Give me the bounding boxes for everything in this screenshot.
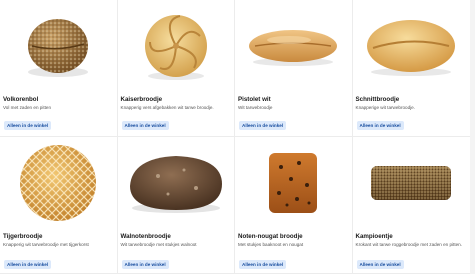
- product-title[interactable]: Walnotenbroodje: [121, 233, 232, 241]
- product-description: Met stukjes baaknoot en nougat: [238, 242, 304, 247]
- product-title[interactable]: Noten-nougat broodje: [238, 233, 349, 241]
- store-only-button[interactable]: Alleen in de winkel: [239, 121, 287, 130]
- store-only-button[interactable]: Alleen in de winkel: [4, 121, 52, 130]
- product-card[interactable]: Kampioentje Krokant wit tarwe roggebrood…: [352, 137, 470, 274]
- store-only-button[interactable]: Alleen in de winkel: [121, 121, 169, 130]
- product-title[interactable]: Kaiserbroodje: [121, 96, 232, 104]
- product-card[interactable]: Volkorenbol Vol met zaden en pitten Alle…: [0, 0, 118, 137]
- product-image[interactable]: [121, 0, 232, 92]
- product-card[interactable]: Noten-nougat broodje Met stukjes baaknoo…: [235, 137, 353, 274]
- product-grid: Volkorenbol Vol met zaden en pitten Alle…: [0, 0, 470, 274]
- store-only-button[interactable]: Alleen in de winkel: [239, 260, 287, 269]
- product-card[interactable]: Schnittbroodje Knapperige wit tarwebrood…: [352, 0, 470, 137]
- product-description: Krokant wit tarwe roggebroodje met zaden…: [355, 242, 462, 247]
- product-image[interactable]: [3, 0, 114, 92]
- product-title[interactable]: Pistolet wit: [238, 96, 349, 104]
- product-card[interactable]: Kaiserbroodje Knapperig vers afgebakken …: [117, 0, 235, 137]
- product-card[interactable]: Pistolet wit Wit tarwebroodje Alleen in …: [235, 0, 353, 137]
- product-card[interactable]: Tijgerbroodje Knapperig wit tarwebroodje…: [0, 137, 118, 274]
- product-title[interactable]: Tijgerbroodje: [3, 233, 114, 241]
- product-title[interactable]: Kampioentje: [356, 233, 468, 241]
- product-image[interactable]: [3, 137, 114, 229]
- product-description: Vol met zaden en pitten: [3, 105, 52, 110]
- store-only-button[interactable]: Alleen in de winkel: [4, 260, 52, 269]
- store-only-button[interactable]: Alleen in de winkel: [356, 260, 404, 269]
- store-only-button[interactable]: Alleen in de winkel: [356, 121, 404, 130]
- product-image[interactable]: [121, 137, 232, 229]
- product-image[interactable]: [238, 137, 349, 229]
- product-image[interactable]: [356, 0, 468, 92]
- product-image[interactable]: [356, 137, 468, 229]
- product-image[interactable]: [238, 0, 349, 92]
- product-title[interactable]: Volkorenbol: [3, 96, 114, 104]
- product-description: Wit tarwebroodje met stukjes walnoot: [120, 242, 197, 247]
- product-title[interactable]: Schnittbroodje: [356, 96, 468, 104]
- product-description: Knapperig vers afgebakken wit tarwe broo…: [120, 105, 214, 110]
- scrollbar[interactable]: [470, 0, 475, 274]
- product-description: Wit tarwebroodje: [238, 105, 273, 110]
- store-only-button[interactable]: Alleen in de winkel: [121, 260, 169, 269]
- product-description: Knapperige wit tarwebroodje.: [355, 105, 416, 110]
- product-description: Knapperig wit tarwebroodje met tijgerkor…: [3, 242, 89, 247]
- product-card[interactable]: Walnotenbroodje Wit tarwebroodje met stu…: [117, 137, 235, 274]
